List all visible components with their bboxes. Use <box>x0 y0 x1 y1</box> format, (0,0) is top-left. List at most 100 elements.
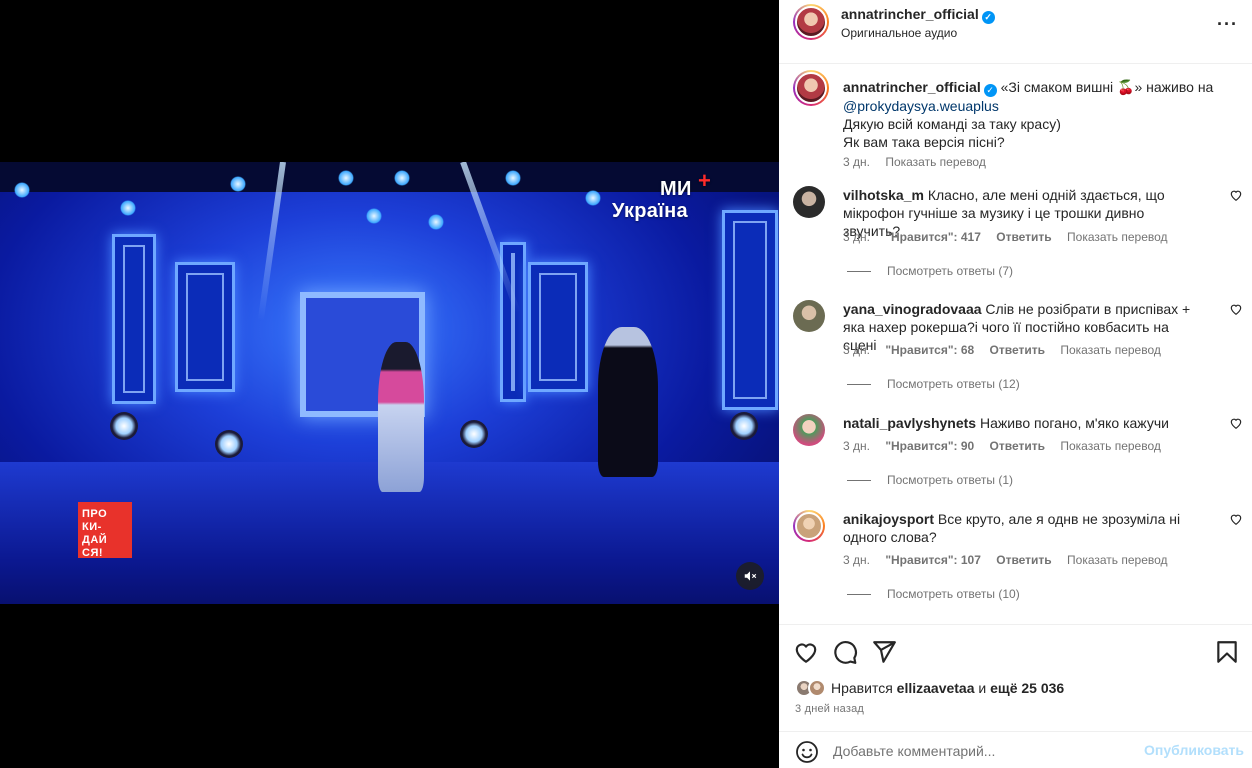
video-player[interactable]: МИ + Україна ПРО КИ- ДАЙ СЯ! <box>0 162 779 604</box>
comment-reply-button[interactable]: Ответить <box>996 230 1051 244</box>
stage-panel <box>112 234 156 404</box>
likes-middle: и <box>978 680 987 696</box>
channel-watermark: МИ + Україна <box>612 168 711 223</box>
comment-likes[interactable]: "Нравится": 90 <box>885 439 974 453</box>
stage-lamp <box>505 170 521 186</box>
channel-name: Україна <box>612 200 688 222</box>
commenter-avatar[interactable] <box>793 510 825 542</box>
liker-avatar[interactable] <box>808 679 826 697</box>
post-actions: Нравится ellizaavetaa и ещё 25 036 3 дне… <box>779 624 1252 768</box>
stage-lamp <box>394 170 410 186</box>
author-username[interactable]: annatrincher_official <box>841 6 979 22</box>
stage-lamp <box>14 182 30 198</box>
show-logo-line: ПРО <box>82 508 108 520</box>
stage-spotlight <box>110 412 138 440</box>
stage-lamp <box>230 176 246 192</box>
stage-lamp <box>338 170 354 186</box>
singer-figure <box>378 342 424 492</box>
comment-time: 3 дн. <box>843 553 870 567</box>
caption-mention-link[interactable]: @prokydaysya.weuaplus <box>843 98 999 114</box>
emoji-smile-icon[interactable] <box>795 740 819 764</box>
stage-panel <box>175 262 235 392</box>
caption-author-avatar[interactable] <box>793 70 829 106</box>
caption-translate-link[interactable]: Показать перевод <box>885 155 986 169</box>
comment-translate-link[interactable]: Показать перевод <box>1067 230 1168 244</box>
author-avatar[interactable] <box>793 4 829 40</box>
comment-icon[interactable] <box>832 639 858 665</box>
commenter-avatar[interactable] <box>793 186 825 218</box>
comment-translate-link[interactable]: Показать перевод <box>1060 439 1161 453</box>
caption-text: annatrincher_official ✓ «Зі смаком вишні … <box>843 78 1223 151</box>
stage-spotlight <box>460 420 488 448</box>
stage-spotlight <box>215 430 243 458</box>
bookmark-icon[interactable] <box>1214 639 1240 665</box>
view-replies-button[interactable]: Посмотреть ответы (1) <box>847 473 1013 487</box>
stage-spotlight <box>730 412 758 440</box>
caption-author[interactable]: annatrincher_official <box>843 79 981 95</box>
stage-panel <box>528 262 588 392</box>
view-replies-button[interactable]: Посмотреть ответы (10) <box>847 587 1020 601</box>
comment-time: 3 дн. <box>843 439 870 453</box>
post-header: annatrincher_official ✓ Оригинальное ауди… <box>779 0 1252 64</box>
commenter-username[interactable]: vilhotska_m <box>843 187 924 203</box>
stage-panel <box>722 210 778 410</box>
comment-likes[interactable]: "Нравится": 107 <box>885 553 981 567</box>
stage-lamp <box>366 208 382 224</box>
comment-reply-button[interactable]: Ответить <box>996 553 1051 567</box>
commenter-username[interactable]: yana_vinogradovaaa <box>843 301 982 317</box>
comments-scroll-area[interactable]: annatrincher_official ✓ «Зі смаком вишні … <box>779 64 1252 624</box>
caption-line-2: Дякую всій команді за таку красу) <box>843 116 1061 132</box>
verified-badge-icon: ✓ <box>981 11 995 24</box>
likes-text: Нравится ellizaavetaa и ещё 25 036 <box>831 680 1064 696</box>
likes-user-link[interactable]: ellizaavetaa <box>897 680 975 696</box>
caption-time: 3 дн. <box>843 155 870 169</box>
comment-reply-button[interactable]: Ответить <box>990 343 1045 357</box>
likes-count-link[interactable]: ещё 25 036 <box>990 680 1064 696</box>
comment-translate-link[interactable]: Показать перевод <box>1067 553 1168 567</box>
comment-likes[interactable]: "Нравится": 417 <box>885 230 981 244</box>
view-replies-button[interactable]: Посмотреть ответы (7) <box>847 264 1013 278</box>
show-logo-line: ДАЙ <box>82 534 108 546</box>
audio-label[interactable]: Оригинальное аудио <box>841 26 957 40</box>
mute-button[interactable] <box>736 562 764 590</box>
show-logo: ПРО КИ- ДАЙ СЯ! <box>78 502 132 559</box>
author-name-row: annatrincher_official ✓ <box>841 6 995 24</box>
more-options-icon[interactable]: ··· <box>1217 14 1238 35</box>
view-replies-button[interactable]: Посмотреть ответы (12) <box>847 377 1020 391</box>
channel-prefix: МИ <box>660 178 692 200</box>
post-date[interactable]: 3 дней назад <box>795 703 864 715</box>
publish-button[interactable]: Опубликовать <box>1144 742 1244 758</box>
heart-icon[interactable] <box>793 639 819 665</box>
comment-like-heart-icon[interactable] <box>1229 302 1243 316</box>
send-icon[interactable] <box>871 639 897 665</box>
comment-like-heart-icon[interactable] <box>1229 512 1243 526</box>
likes-summary: Нравится ellizaavetaa и ещё 25 036 <box>795 679 1064 697</box>
comment-likes[interactable]: "Нравится": 68 <box>885 343 974 357</box>
commenter-avatar[interactable] <box>793 414 825 446</box>
guitarist-figure <box>598 327 658 477</box>
likes-prefix: Нравится <box>831 680 893 696</box>
comment-like-heart-icon[interactable] <box>1229 188 1243 202</box>
commenter-avatar[interactable] <box>793 300 825 332</box>
add-comment-bar: Опубликовать <box>779 731 1252 768</box>
stage-lamp <box>120 200 136 216</box>
comment-reply-button[interactable]: Ответить <box>990 439 1045 453</box>
comment-body: Наживо погано, м'яко кажучи <box>979 415 1169 431</box>
verified-badge-icon: ✓ <box>983 84 997 97</box>
comment-meta: 3 дн. "Нравится": 90 Ответить Показать п… <box>843 439 1173 453</box>
comment-text: natali_pavlyshynets Наживо погано, м'яко… <box>843 414 1203 432</box>
add-comment-input[interactable] <box>833 740 1133 762</box>
speaker-muted-icon <box>744 571 757 581</box>
comment-like-heart-icon[interactable] <box>1229 416 1243 430</box>
comment-translate-link[interactable]: Показать перевод <box>1060 343 1161 357</box>
comment-text: anikajoysport Все круто, але я однв не з… <box>843 510 1203 546</box>
show-logo-line: СЯ! <box>82 547 104 559</box>
comment-time: 3 дн. <box>843 343 870 357</box>
comment-meta: 3 дн. "Нравится": 107 Ответить Показать … <box>843 553 1180 567</box>
comment-meta: 3 дн. "Нравится": 417 Ответить Показать … <box>843 230 1180 244</box>
comment-time: 3 дн. <box>843 230 870 244</box>
commenter-username[interactable]: anikajoysport <box>843 511 934 527</box>
commenter-username[interactable]: natali_pavlyshynets <box>843 415 976 431</box>
comment-meta: 3 дн. "Нравится": 68 Ответить Показать п… <box>843 343 1173 357</box>
stage-lamp <box>585 190 601 206</box>
